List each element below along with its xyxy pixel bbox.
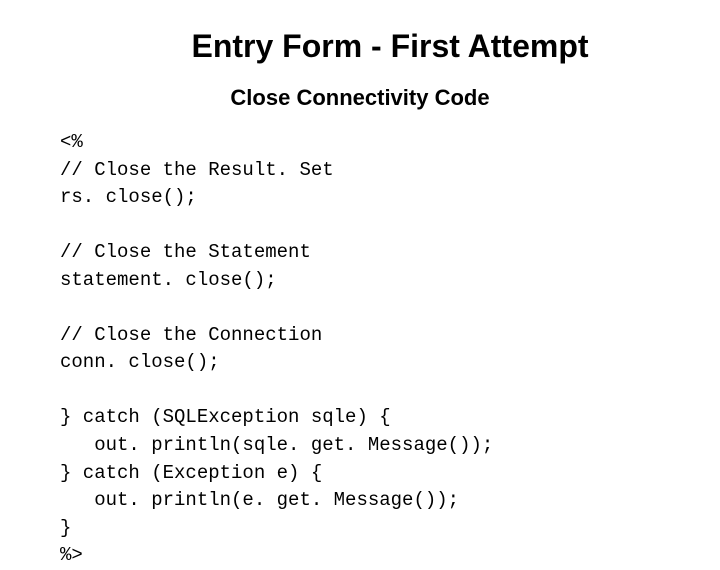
- code-block: <% // Close the Result. Set rs. close();…: [60, 129, 660, 570]
- slide: Entry Form - First Attempt Close Connect…: [0, 0, 720, 540]
- slide-subtitle: Close Connectivity Code: [60, 85, 660, 111]
- slide-title: Entry Form - First Attempt: [120, 28, 660, 65]
